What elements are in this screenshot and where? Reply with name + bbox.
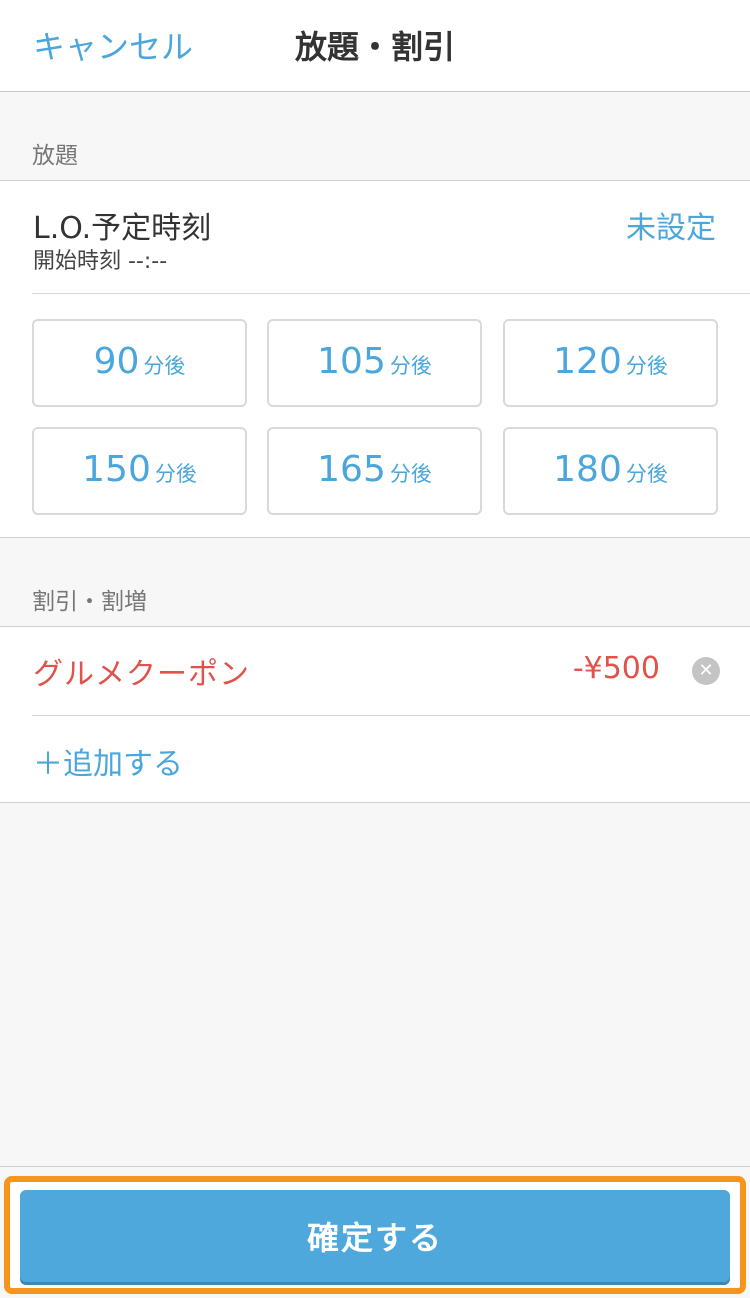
discount-item-amount: -¥500 <box>572 651 660 686</box>
lo-value-button[interactable]: 未設定 <box>626 203 716 247</box>
confirm-button[interactable]: 確定する <box>20 1190 730 1282</box>
time-option-button[interactable]: 120 分後 <box>503 319 718 407</box>
time-option-value: 180 <box>553 449 622 490</box>
time-option-unit: 分後 <box>389 354 432 378</box>
add-discount-button[interactable]: ＋追加する <box>33 739 183 783</box>
time-option-value: 105 <box>317 341 386 382</box>
time-option-unit: 分後 <box>625 354 668 378</box>
remove-discount-icon[interactable]: ✕ <box>692 657 720 685</box>
footer-divider <box>0 1166 750 1167</box>
nav-bar: キャンセル 放題・割引 <box>0 0 750 92</box>
time-option-button[interactable]: 90 分後 <box>32 319 247 407</box>
time-option-value: 165 <box>317 449 386 490</box>
time-option-unit: 分後 <box>143 354 186 378</box>
time-option-value: 90 <box>93 341 140 382</box>
lo-title: L.O.予定時刻 <box>33 211 212 246</box>
section-header-discounts: 割引・割増 <box>32 589 147 615</box>
divider <box>32 715 750 716</box>
start-time-text: 開始時刻 --:-- <box>33 249 168 274</box>
time-option-unit: 分後 <box>154 462 197 486</box>
time-option-value: 120 <box>553 341 622 382</box>
time-option-button[interactable]: 150 分後 <box>32 427 247 515</box>
time-option-unit: 分後 <box>389 462 432 486</box>
all-you-can-card: L.O.予定時刻 開始時刻 --:-- 未設定 90 分後 105 分後 120… <box>0 180 750 538</box>
time-option-unit: 分後 <box>625 462 668 486</box>
time-option-button[interactable]: 180 分後 <box>503 427 718 515</box>
page-title: 放題・割引 <box>294 28 455 66</box>
discounts-card: グルメクーポン -¥500 ✕ ＋追加する <box>0 626 750 803</box>
divider <box>32 293 750 294</box>
section-header-all-you-can: 放題 <box>32 143 78 169</box>
confirm-highlight: 確定する <box>4 1176 746 1294</box>
discount-item-label: グルメクーポン <box>33 657 250 692</box>
time-option-button[interactable]: 105 分後 <box>267 319 482 407</box>
time-option-button[interactable]: 165 分後 <box>267 427 482 515</box>
time-option-value: 150 <box>82 449 151 490</box>
